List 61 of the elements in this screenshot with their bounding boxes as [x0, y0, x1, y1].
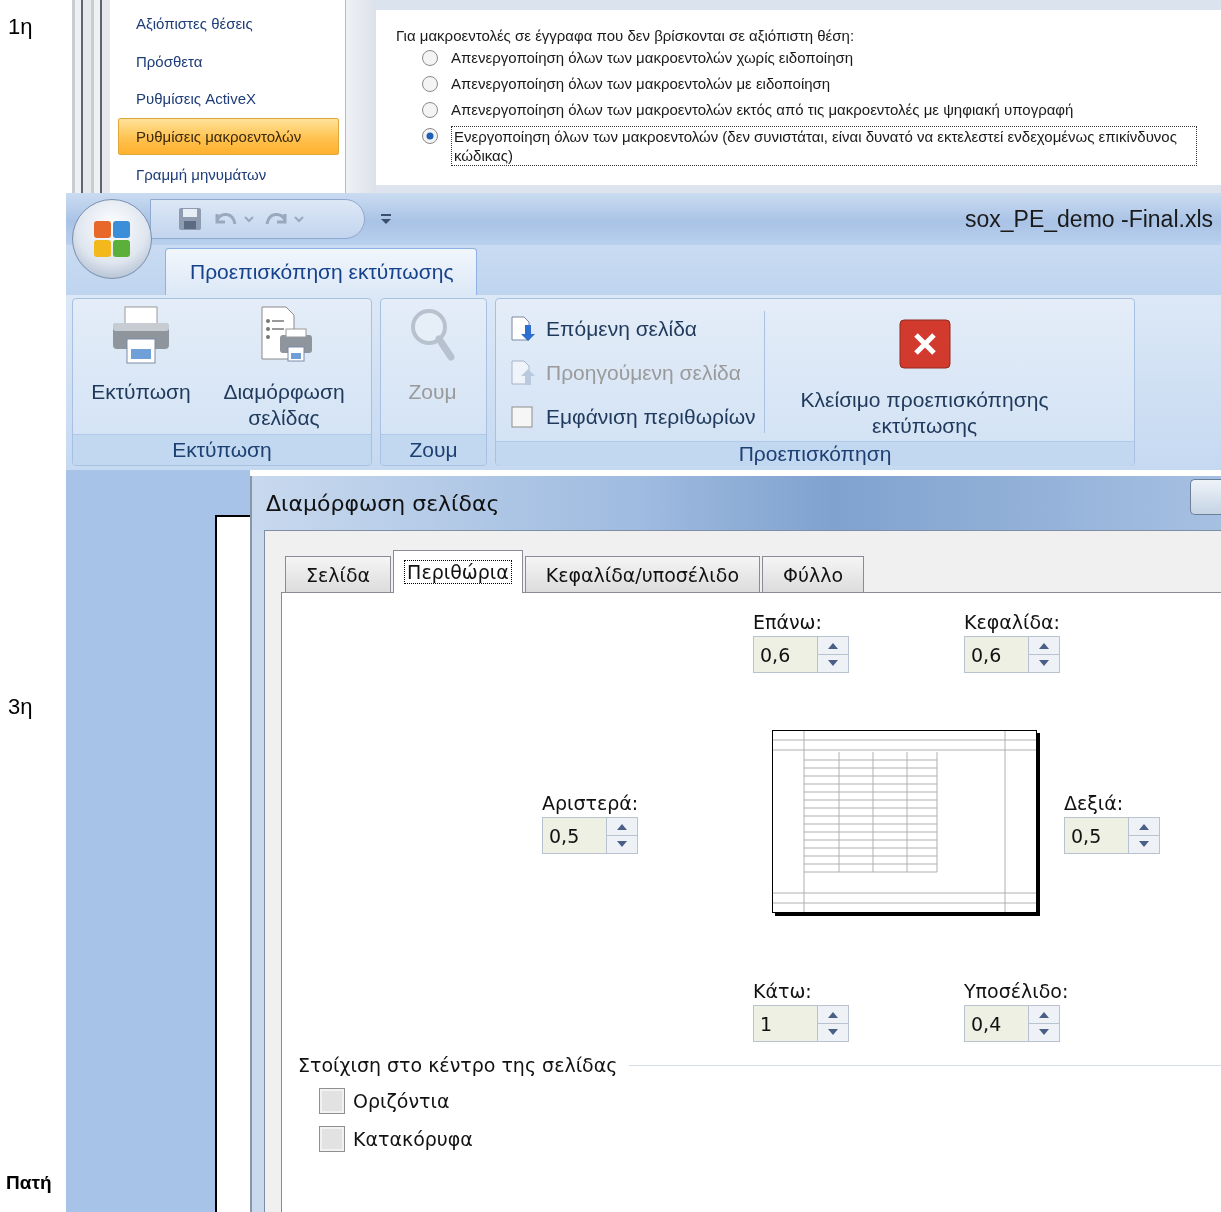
- number-field[interactable]: 0,4: [964, 1005, 1028, 1042]
- radio-label: Απενεργοποίηση όλων των μακροεντολών με ειδοποίηση: [451, 74, 831, 93]
- ribbon-button[interactable]: Διαμόρφωση σελίδας: [209, 303, 359, 433]
- nav-item[interactable]: Ρυθμίσεις μακροεντολών: [118, 118, 339, 156]
- field-label: Κάτω:: [753, 980, 813, 1002]
- spin-button[interactable]: [1028, 636, 1060, 673]
- group-label: Εκτύπωση: [73, 434, 371, 465]
- ribbon-tab[interactable]: Προεπισκόπηση εκτύπωσης: [165, 248, 477, 295]
- ribbon-button[interactable]: Εκτύπωση: [77, 303, 205, 407]
- number-field[interactable]: 0,5: [542, 817, 606, 854]
- checkbox-label: Οριζόντια: [353, 1090, 450, 1112]
- ribbon-button[interactable]: Κλείσιμο προεπισκόπησης εκτύπωσης: [774, 303, 1075, 441]
- radio-button[interactable]: [421, 49, 439, 67]
- spin-button[interactable]: [606, 817, 638, 854]
- spin-button[interactable]: [1128, 817, 1160, 854]
- document-label: 3η: [7, 694, 34, 720]
- document-label: Πατή: [5, 1172, 53, 1194]
- page-down-arrow-icon: [508, 315, 536, 343]
- customize-caret-icon[interactable]: [379, 212, 393, 226]
- nav-item[interactable]: Γραμμή μηνυμάτων: [118, 156, 339, 193]
- title-bar-button[interactable]: [1190, 479, 1221, 515]
- group-label: Ζουμ: [381, 434, 486, 465]
- field-label: Δεξιά:: [1064, 792, 1125, 814]
- checkbox-icon: [508, 403, 536, 431]
- nav-item[interactable]: Αξιόπιστες θέσεις: [118, 5, 339, 42]
- dialog-title: Διαμόρφωση σελίδας: [265, 490, 500, 516]
- radio-label: Ενεργοποίηση όλων των μακροεντολών (δεν συνιστάται, είναι δυνατό να εκτελεστεί ενδεχομένως επικίνδυνος κώδικας): [451, 126, 1197, 166]
- radio-label: Απενεργοποίηση όλων των μακροεντολών χωρίς ειδοποίηση: [451, 48, 854, 67]
- radio-button[interactable]: [421, 101, 439, 119]
- field-label: Επάνω:: [753, 611, 823, 633]
- number-field[interactable]: 0,6: [753, 636, 817, 673]
- ribbon-button[interactable]: Επόμενη σελίδα: [500, 309, 760, 349]
- radio-button[interactable]: [421, 75, 439, 93]
- field-label: Αριστερά:: [542, 792, 640, 814]
- checkbox[interactable]: [319, 1088, 345, 1114]
- radio-button[interactable]: [421, 127, 439, 145]
- dialog-tab[interactable]: Σελίδα: [285, 556, 392, 592]
- save-icon[interactable]: [177, 206, 203, 232]
- group-title: Στοίχιση στο κέντρο της σελίδας: [298, 1054, 618, 1076]
- window-title: sox_PE_demo -Final.xls: [965, 205, 1213, 233]
- nav-item[interactable]: Πρόσθετα: [118, 42, 339, 80]
- spin-button[interactable]: [817, 1005, 849, 1042]
- spin-button[interactable]: [1028, 1005, 1060, 1042]
- number-field[interactable]: 1: [753, 1005, 817, 1042]
- close-icon: [898, 319, 951, 369]
- radio-label: Απενεργοποίηση όλων των μακροεντολών εκτός από τις μακροεντολές με ψηφιακή υπογραφή: [451, 100, 1074, 119]
- document-label: 1η: [7, 14, 34, 40]
- margins-checkbox[interactable]: Εμφάνιση περιθωρίων: [500, 397, 760, 437]
- dialog-tab[interactable]: Κεφαλίδα/υποσέλιδο: [524, 556, 761, 592]
- dialog-tab[interactable]: Φύλλο: [762, 556, 865, 592]
- number-field[interactable]: 0,5: [1064, 817, 1128, 854]
- checkbox-label: Κατακόρυφα: [353, 1128, 473, 1150]
- page-up-arrow-icon: [508, 359, 536, 387]
- checkbox[interactable]: [319, 1126, 345, 1152]
- spin-button[interactable]: [817, 636, 849, 673]
- dialog-tab[interactable]: Περιθώρια: [393, 550, 523, 593]
- number-field[interactable]: 0,6: [964, 636, 1028, 673]
- nav-item[interactable]: Ρυθμίσεις ActiveX: [118, 80, 339, 118]
- field-label: Κεφαλίδα:: [964, 611, 1061, 633]
- section-heading: Για μακροεντολές σε έγγραφα που δεν βρίσκονται σε αξιόπιστη θέση:: [396, 27, 856, 44]
- group-label: Προεπισκόπηση: [496, 441, 1134, 466]
